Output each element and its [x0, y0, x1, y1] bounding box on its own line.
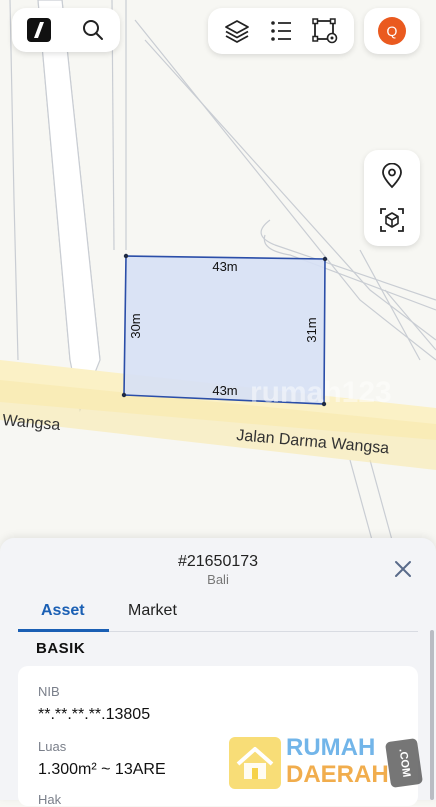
parcel-right-edge-label: 31m: [304, 317, 319, 342]
layers-button[interactable]: [215, 9, 259, 53]
section-title: BASIK: [36, 640, 86, 657]
side-toolbar: [364, 150, 420, 246]
location-pin-icon: [382, 163, 402, 189]
search-button[interactable]: [71, 8, 115, 52]
field-value-nib: **.**.**.**.13805: [38, 706, 151, 723]
property-region: Bali: [207, 572, 229, 587]
top-left-toolbar: [12, 8, 120, 52]
tab-asset[interactable]: Asset: [41, 602, 85, 620]
field-label-nib: NIB: [38, 684, 60, 699]
rumahdaerah-watermark: RUMAH DAERAH .COM: [228, 734, 424, 792]
locate-button[interactable]: [370, 154, 414, 198]
top-right-toolbar: [208, 8, 354, 54]
ar-cube-icon: [380, 208, 404, 232]
layers-icon: [225, 20, 249, 43]
tab-market[interactable]: Market: [128, 602, 177, 620]
watermark-tag: .COM: [396, 747, 412, 779]
list-button[interactable]: [259, 9, 303, 53]
faint-watermark: rumah123: [250, 376, 392, 409]
avatar: Q: [378, 17, 406, 45]
parcel-left-edge-label: 30m: [128, 313, 143, 338]
house-logo-icon: [229, 737, 281, 789]
map-canvas[interactable]: rumah123 43m 43m 30m 31m Wangsa Jalan Da…: [0, 0, 436, 560]
watermark-tag-badge: .COM: [384, 737, 424, 789]
field-value-luas: 1.300m² ~ 13ARE: [38, 761, 166, 778]
logo-button[interactable]: [17, 8, 61, 52]
field-label-luas: Luas: [38, 739, 67, 754]
property-id: #21650173: [177, 553, 259, 570]
watermark-line2: DAERAH: [286, 761, 389, 788]
scrollbar[interactable]: [430, 630, 434, 800]
active-tab-indicator: [18, 629, 109, 632]
watermark-line1: RUMAH: [286, 734, 376, 761]
avatar-letter: Q: [386, 23, 398, 39]
parcel-top-edge-label: 43m: [212, 259, 237, 274]
polygon-tool-button[interactable]: [303, 9, 347, 53]
polygon-settings-icon: [312, 18, 338, 44]
search-icon: [83, 20, 103, 40]
list-icon: [271, 21, 291, 41]
close-icon[interactable]: [392, 558, 414, 580]
tab-bar: Asset Market: [18, 600, 418, 632]
app-logo-icon: [27, 18, 51, 42]
profile-button[interactable]: Q: [364, 8, 420, 54]
parcel-bottom-edge-label: 43m: [212, 383, 237, 398]
ar-view-button[interactable]: [370, 198, 414, 242]
